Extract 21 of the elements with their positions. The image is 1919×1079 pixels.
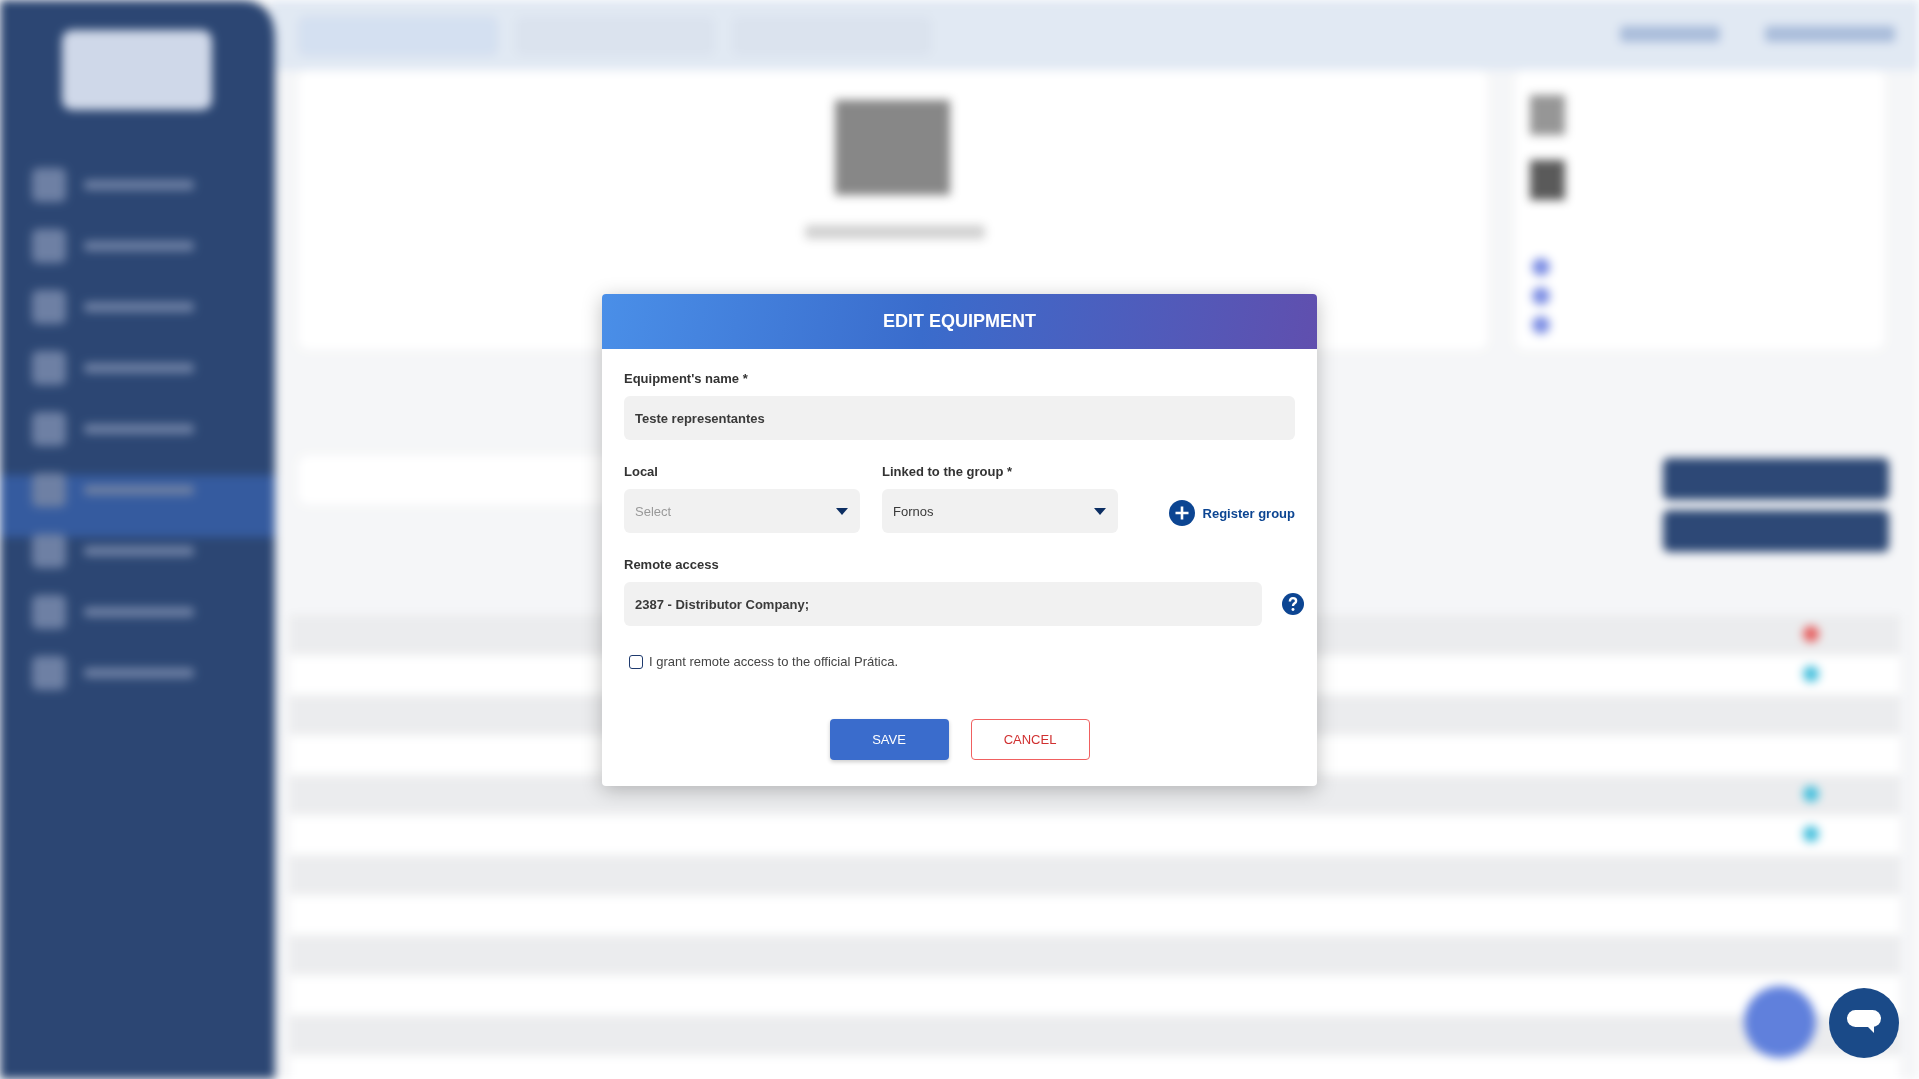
group-select[interactable]: Fornos — [882, 489, 1118, 533]
checkbox-label: I grant remote access to the official Prática. — [649, 654, 899, 669]
register-group-button[interactable]: Register group — [1168, 493, 1295, 533]
plus-icon — [1168, 500, 1195, 526]
dialog-title: EDIT EQUIPMENT — [883, 311, 1036, 332]
save-button[interactable]: SAVE — [829, 719, 949, 760]
name-field[interactable]: Teste representantes — [624, 396, 1295, 440]
field-label: Local — [624, 464, 659, 479]
help-icon[interactable] — [1282, 593, 1304, 615]
caret-icon — [836, 507, 848, 515]
status-dot — [1803, 666, 1819, 682]
field-label: Linked to the group * — [882, 464, 1013, 479]
cancel-button[interactable]: CANCEL — [970, 719, 1090, 760]
caret-icon — [1094, 507, 1106, 515]
status-dot — [1803, 826, 1819, 842]
remote-access-field[interactable]: 2387 - Distributor Company; — [624, 582, 1262, 626]
status-dot — [1803, 626, 1819, 642]
field-label: Remote access — [624, 557, 720, 572]
field-label: Equipment's name * — [624, 371, 749, 386]
status-dot — [1803, 786, 1819, 802]
checkbox[interactable] — [629, 654, 643, 669]
